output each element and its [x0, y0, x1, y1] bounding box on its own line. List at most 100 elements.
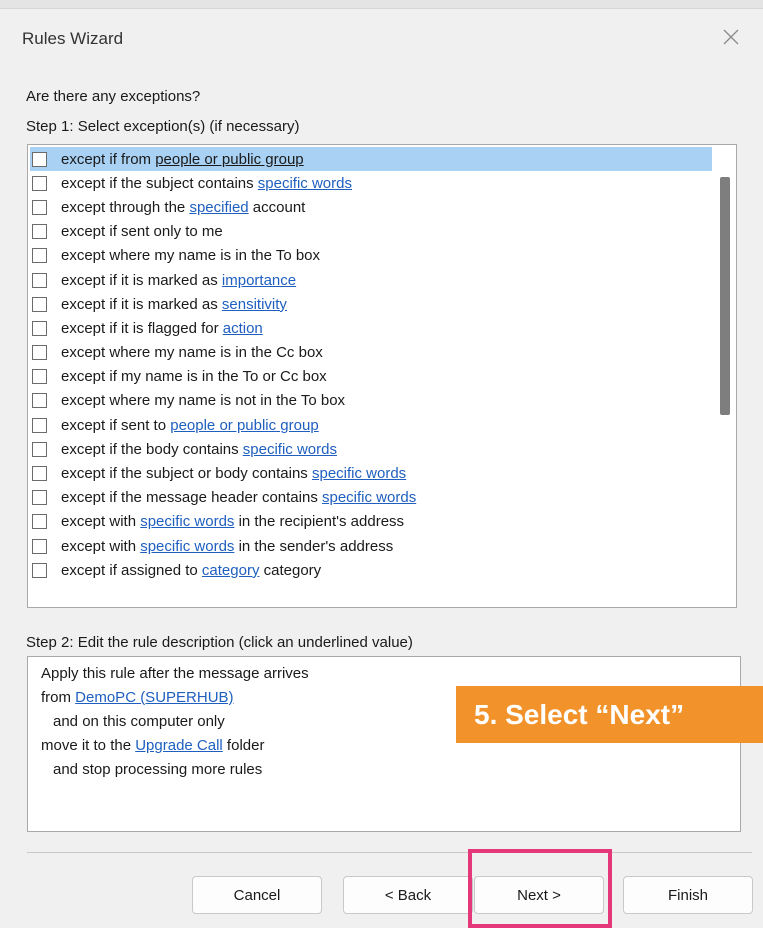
exceptions-list[interactable]: except if from people or public group exc… — [27, 144, 737, 608]
exception-checkbox[interactable] — [32, 296, 47, 312]
exception-value-link[interactable]: action — [223, 320, 263, 337]
exception-row[interactable]: except if from people or public group — [28, 147, 712, 172]
step2-label: Step 2: Edit the rule description (click… — [26, 634, 413, 651]
exception-checkbox[interactable] — [32, 272, 47, 288]
exception-label: except through the specified account — [61, 199, 305, 216]
exception-checkbox[interactable] — [32, 490, 47, 506]
exception-checkbox[interactable] — [32, 441, 47, 457]
exception-label: except if it is marked as sensitivity — [61, 296, 287, 313]
exception-text: except if from — [61, 150, 156, 168]
exception-text: except if the message header contains — [61, 489, 322, 507]
exception-value-link[interactable]: specific words — [243, 441, 337, 458]
from-sender-link[interactable]: DemoPC (SUPERHUB) — [75, 689, 233, 706]
exception-value-link[interactable]: specific words — [140, 513, 234, 530]
exception-row[interactable]: except if it is flagged for action — [28, 316, 712, 340]
exception-label: except where my name is in the To box — [61, 247, 320, 264]
exception-label: except if sent only to me — [61, 223, 223, 240]
window-title: Rules Wizard — [22, 29, 124, 48]
exception-text: except through the — [61, 198, 190, 216]
exception-text: except with — [61, 537, 141, 555]
exception-value-link[interactable]: specific words — [312, 465, 406, 482]
exception-row[interactable]: except where my name is not in the To bo… — [28, 389, 712, 413]
exception-label: except if the message header contains sp… — [61, 489, 416, 506]
exception-checkbox[interactable] — [32, 393, 47, 409]
exception-row[interactable]: except if my name is in the To or Cc box — [28, 365, 712, 389]
exception-value-link[interactable]: importance — [222, 272, 296, 289]
exception-value-link[interactable]: specific words — [140, 538, 234, 555]
exception-row[interactable]: except where my name is in the To box — [28, 244, 712, 268]
exception-checkbox[interactable] — [32, 466, 47, 482]
exception-row[interactable]: except if the body contains specific wor… — [28, 437, 712, 461]
exception-checkbox[interactable] — [32, 199, 47, 215]
exception-value-link[interactable]: specific words — [258, 175, 352, 192]
finish-button[interactable]: Finish — [623, 876, 753, 914]
exception-value-link[interactable]: specific words — [322, 489, 416, 506]
cancel-button[interactable]: Cancel — [192, 876, 322, 914]
exception-value-link[interactable]: category — [202, 562, 260, 579]
exception-label: except if the body contains specific wor… — [61, 441, 337, 458]
exception-row[interactable]: except if the subject contains specific … — [28, 171, 712, 195]
exception-text: except if the body contains — [61, 440, 243, 458]
exception-text: except if the subject or body contains — [61, 465, 312, 483]
exception-text: in the recipient's address — [234, 513, 405, 531]
exception-label: except if assigned to category category — [61, 562, 321, 579]
exception-checkbox[interactable] — [32, 562, 47, 578]
exception-row[interactable]: except if sent only to me — [28, 220, 712, 244]
description-text: and on this computer only — [53, 713, 225, 730]
exception-label: except with specific words in the recipi… — [61, 513, 404, 530]
exception-label: except where my name is in the Cc box — [61, 344, 323, 361]
exception-value-link[interactable]: sensitivity — [222, 296, 287, 313]
exception-label: except if the subject contains specific … — [61, 175, 352, 192]
description-text: Apply this rule after the message arrive… — [41, 665, 309, 682]
exception-checkbox[interactable] — [32, 538, 47, 554]
description-line-1: Apply this rule after the message arrive… — [41, 665, 309, 682]
exception-text: category — [259, 561, 322, 579]
exception-row[interactable]: except with specific words in the recipi… — [28, 510, 712, 534]
exception-text: except where my name is in the To box — [61, 247, 321, 265]
rule-description-box: Apply this rule after the message arrive… — [27, 656, 741, 832]
exception-text: except if assigned to — [61, 561, 202, 579]
description-text: and stop processing more rules — [53, 761, 263, 778]
button-separator — [27, 852, 752, 853]
exception-checkbox[interactable] — [32, 320, 47, 336]
exception-checkbox[interactable] — [32, 514, 47, 530]
exception-checkbox[interactable] — [32, 248, 47, 264]
description-text: move it to the — [41, 737, 136, 754]
exceptions-rows: except if from people or public group exc… — [28, 147, 712, 582]
exception-row[interactable]: except if sent to people or public group — [28, 413, 712, 437]
exception-row[interactable]: except with specific words in the sender… — [28, 534, 712, 558]
close-icon[interactable] — [717, 23, 745, 51]
description-text: from — [41, 689, 76, 706]
exception-label: except with specific words in the sender… — [61, 538, 393, 555]
exception-text: in the sender's address — [234, 537, 394, 555]
exception-text: account — [248, 198, 306, 216]
exception-checkbox[interactable] — [32, 345, 47, 361]
folder-link[interactable]: Upgrade Call — [135, 737, 223, 754]
next-button-highlight — [468, 849, 612, 928]
exception-row[interactable]: except where my name is in the Cc box — [28, 341, 712, 365]
exception-row[interactable]: except through the specified account — [28, 195, 712, 219]
exception-value-link[interactable]: people or public group — [170, 417, 318, 434]
exception-checkbox[interactable] — [32, 175, 47, 191]
exception-value-link[interactable]: people or public group — [155, 151, 303, 168]
exception-row[interactable]: except if it is marked as sensitivity — [28, 292, 712, 316]
exception-value-link[interactable]: specified — [189, 199, 248, 216]
exception-text: except if sent to — [61, 416, 171, 434]
exception-row[interactable]: except if assigned to category category — [28, 558, 712, 582]
exception-row[interactable]: except if the subject or body contains s… — [28, 461, 712, 485]
title-bar: Rules Wizard — [0, 9, 763, 69]
exception-checkbox[interactable] — [32, 224, 47, 240]
step1-label: Step 1: Select exception(s) (if necessar… — [26, 118, 300, 135]
exception-checkbox[interactable] — [32, 369, 47, 385]
exception-checkbox[interactable] — [32, 417, 47, 433]
exception-row[interactable]: except if the message header contains sp… — [28, 486, 712, 510]
vertical-scrollbar[interactable] — [712, 145, 736, 607]
exception-row[interactable]: except if it is marked as importance — [28, 268, 712, 292]
scrollbar-thumb[interactable] — [720, 177, 730, 415]
description-line-4: move it to the Upgrade Call folder — [41, 737, 264, 754]
exception-label: except if my name is in the To or Cc box — [61, 368, 327, 385]
exception-checkbox[interactable] — [32, 151, 47, 167]
back-button[interactable]: < Back — [343, 876, 473, 914]
exception-text: except with — [61, 513, 141, 531]
exception-text: except if it is flagged for — [61, 319, 223, 337]
